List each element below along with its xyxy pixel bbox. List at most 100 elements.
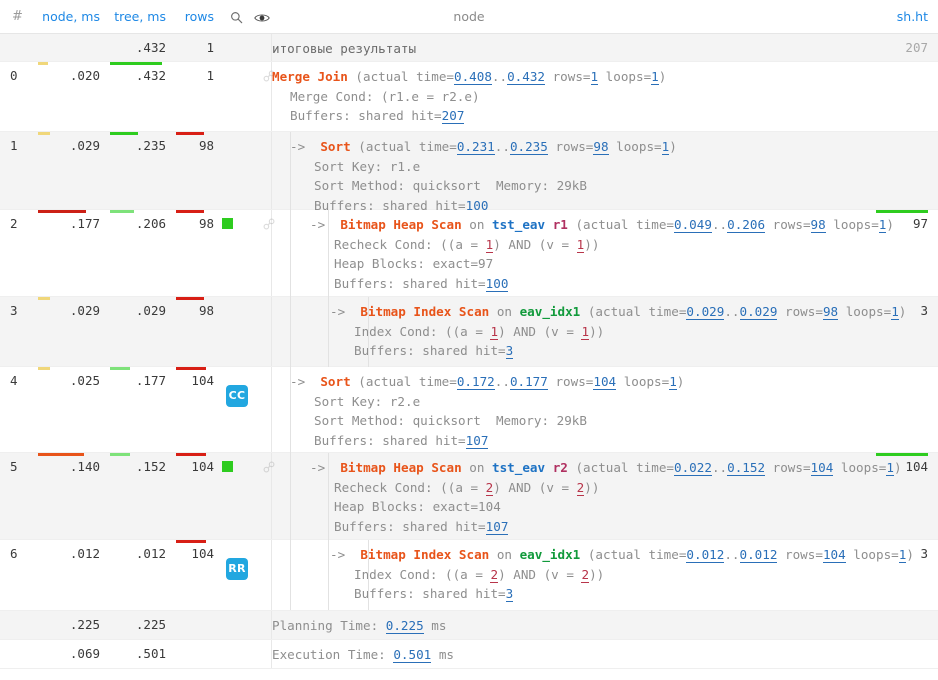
planning-time-label: Planning Time: bbox=[272, 618, 386, 633]
plan-alias: r1 bbox=[552, 217, 568, 232]
plan-relation[interactable]: eav_idx1 bbox=[520, 304, 581, 319]
cond-literal[interactable]: 1 bbox=[576, 236, 585, 253]
summary-tree-ms: .432 bbox=[135, 40, 166, 55]
row-tree-ms: .029 bbox=[135, 303, 166, 318]
actual-time-end[interactable]: 0.177 bbox=[509, 374, 548, 390]
indent-guide bbox=[290, 540, 291, 610]
row-index: 4 bbox=[10, 373, 18, 388]
actual-rows[interactable]: 104 bbox=[593, 374, 617, 390]
buffer-hit-value[interactable]: 107 bbox=[485, 518, 509, 535]
plan-operation[interactable]: Sort bbox=[320, 374, 350, 389]
column-header-shared-hit[interactable]: sh.ht bbox=[897, 0, 928, 34]
actual-rows[interactable]: 104 bbox=[810, 460, 834, 476]
plan-detail-line: Sort Key: r1.e bbox=[314, 158, 421, 174]
plan-row[interactable]: 0.020.432 1 Merge Join (actual time=0.408.… bbox=[0, 62, 938, 132]
plan-detail-line: Buffers: shared hit=107 bbox=[334, 518, 509, 535]
plan-operation[interactable]: Bitmap Index Scan bbox=[360, 547, 489, 562]
search-icon[interactable] bbox=[226, 0, 246, 34]
actual-time-end[interactable]: 0.235 bbox=[509, 139, 548, 155]
row-gutter: 5 .140 .152 104 bbox=[0, 453, 275, 539]
plan-detail-line: Buffers: shared hit=207 bbox=[290, 108, 465, 124]
plan-row[interactable]: 5.140.152 104 -> Bitmap Heap Scan on tst_e… bbox=[0, 453, 938, 542]
metric-bar bbox=[38, 132, 50, 135]
shared-hit-bar bbox=[876, 453, 928, 456]
plan-operation[interactable]: Sort bbox=[320, 139, 350, 154]
cond-literal[interactable]: 2 bbox=[485, 479, 494, 496]
row-rows: 104 bbox=[191, 373, 214, 388]
marker-badge-cc[interactable]: CC bbox=[226, 385, 248, 407]
cond-literal[interactable]: 1 bbox=[581, 323, 590, 340]
plan-node-line: -> Bitmap Heap Scan on tst_eav r2 (actua… bbox=[310, 460, 902, 476]
buffer-hit-value[interactable]: 3 bbox=[505, 586, 514, 602]
plan-row[interactable]: 2.177.206 98 -> Bitmap Heap Scan on tst_ea… bbox=[0, 210, 938, 299]
buffer-hit-value[interactable]: 107 bbox=[465, 432, 489, 449]
actual-time-start[interactable]: 0.172 bbox=[456, 374, 495, 390]
row-plan-text: -> Sort (actual time=0.231..0.235 rows=9… bbox=[272, 132, 938, 221]
actual-time-start[interactable]: 0.029 bbox=[686, 304, 725, 320]
plan-detail-line: Heap Blocks: exact=97 bbox=[334, 256, 494, 271]
cond-literal[interactable]: 2 bbox=[490, 566, 499, 583]
actual-loops[interactable]: 1 bbox=[651, 69, 659, 85]
actual-time-start[interactable]: 0.049 bbox=[674, 217, 712, 233]
actual-loops[interactable]: 1 bbox=[891, 304, 899, 320]
plan-row[interactable]: 4 .025 .177 104 CC -> Sort (actual time=0.172… bbox=[0, 367, 938, 456]
actual-time-end[interactable]: 0.206 bbox=[727, 217, 766, 233]
row-rows: 104 bbox=[191, 546, 214, 561]
cond-literal[interactable]: 1 bbox=[490, 323, 499, 340]
cond-literal[interactable]: 1 bbox=[485, 236, 494, 253]
actual-time-end[interactable]: 0.432 bbox=[507, 69, 545, 85]
plan-row[interactable]: 1.029.235 98 -> Sort (actual time=0.231..0… bbox=[0, 132, 938, 221]
plan-relation[interactable]: eav_idx1 bbox=[520, 547, 581, 562]
actual-time-end[interactable]: 0.152 bbox=[727, 460, 766, 476]
plan-operation[interactable]: Bitmap Heap Scan bbox=[340, 217, 461, 232]
cond-literal[interactable]: 2 bbox=[576, 479, 585, 496]
plan-operation[interactable]: Bitmap Index Scan bbox=[360, 304, 489, 319]
plan-row[interactable]: 6 .012 .012 104 RR -> Bitmap Index Scan on ea… bbox=[0, 540, 938, 611]
actual-time-start[interactable]: 0.231 bbox=[456, 139, 495, 155]
actual-time-end[interactable]: 0.012 bbox=[739, 547, 778, 563]
actual-rows[interactable]: 98 bbox=[593, 139, 609, 155]
metric-bar bbox=[176, 210, 204, 213]
row-node-ms: .012 bbox=[69, 546, 100, 561]
row-plan-text: Merge Join (actual time=0.408..0.432 row… bbox=[272, 62, 938, 132]
plan-row[interactable]: 3.029.029 98 -> Bitmap Index Scan on eav_i… bbox=[0, 297, 938, 367]
row-plan-text: -> Sort (actual time=0.172..0.177 rows=1… bbox=[272, 367, 938, 456]
actual-rows[interactable]: 98 bbox=[810, 217, 826, 233]
execution-time-value[interactable]: 0.501 bbox=[393, 647, 432, 663]
actual-time-end[interactable]: 0.029 bbox=[739, 304, 778, 320]
marker-badge-rr[interactable]: RR bbox=[226, 558, 248, 580]
column-header-tree-ms[interactable]: tree, ms bbox=[104, 0, 166, 34]
buffer-hit-value[interactable]: 207 bbox=[441, 108, 465, 124]
row-plan-text: -> Bitmap Index Scan on eav_idx1 (actual… bbox=[272, 540, 938, 610]
actual-loops[interactable]: 1 bbox=[669, 374, 677, 390]
plan-node-line: -> Bitmap Index Scan on eav_idx1 (actual… bbox=[330, 304, 907, 320]
column-header-node-ms[interactable]: node, ms bbox=[32, 0, 100, 34]
actual-time-start[interactable]: 0.012 bbox=[686, 547, 725, 563]
row-gutter: 6 .012 .012 104 RR bbox=[0, 540, 272, 610]
eye-icon[interactable] bbox=[252, 0, 272, 34]
actual-rows[interactable]: 104 bbox=[822, 547, 846, 563]
actual-loops[interactable]: 1 bbox=[886, 460, 894, 476]
actual-rows[interactable]: 98 bbox=[822, 304, 839, 320]
planning-time-value[interactable]: 0.225 bbox=[385, 618, 424, 634]
plan-operation[interactable]: Bitmap Heap Scan bbox=[340, 460, 461, 475]
plan-detail-block: Sort Key: r2.e Sort Method: quicksort Mem… bbox=[290, 392, 938, 451]
actual-time-start[interactable]: 0.408 bbox=[453, 69, 492, 85]
metric-bar bbox=[110, 210, 134, 213]
planning-gutter: .225 .225 bbox=[0, 611, 272, 639]
cond-literal[interactable]: 2 bbox=[581, 566, 590, 583]
plan-relation[interactable]: tst_eav bbox=[492, 217, 545, 232]
indent-guide bbox=[368, 297, 369, 367]
buffer-hit-value[interactable]: 100 bbox=[485, 275, 509, 292]
plan-detail-block: Index Cond: ((a = 2) AND (v = 2)) Buffers… bbox=[330, 565, 938, 604]
plan-node-line: -> Sort (actual time=0.231..0.235 rows=9… bbox=[290, 139, 677, 155]
buffer-hit-value[interactable]: 3 bbox=[505, 343, 514, 359]
plan-relation[interactable]: tst_eav bbox=[492, 460, 545, 475]
plan-detail-block: Merge Cond: (r1.e = r2.e) Buffers: shared… bbox=[272, 87, 938, 126]
column-header-rows[interactable]: rows bbox=[170, 0, 214, 34]
actual-time-start[interactable]: 0.022 bbox=[674, 460, 712, 476]
actual-rows[interactable]: 1 bbox=[590, 69, 599, 85]
plan-operation[interactable]: Merge Join bbox=[272, 69, 348, 84]
row-rows: 98 bbox=[198, 303, 214, 318]
row-gutter: 3 .029 .029 98 bbox=[0, 297, 272, 366]
